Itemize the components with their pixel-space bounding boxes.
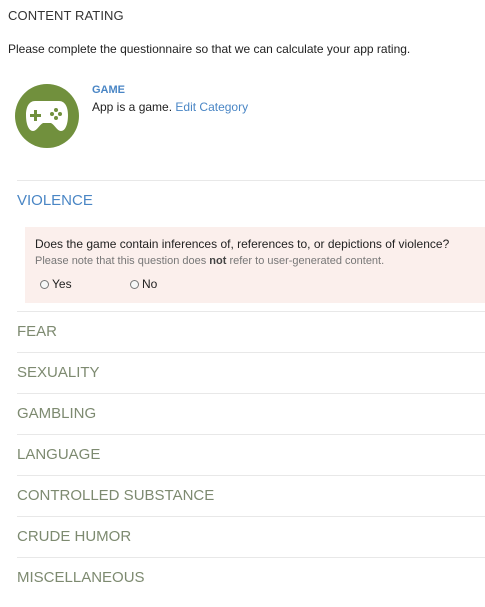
section-gambling[interactable]: GAMBLING: [17, 393, 485, 434]
section-violence: VIOLENCE Does the game contain inference…: [17, 180, 485, 311]
no-radio[interactable]: [130, 279, 139, 289]
section-sexuality-label[interactable]: SEXUALITY: [17, 364, 485, 381]
category-description-text: App is a game.: [92, 100, 173, 114]
no-label: No: [142, 277, 158, 291]
section-fear-label[interactable]: FEAR: [17, 323, 485, 340]
category-text: GAME App is a game. Edit Category: [92, 84, 248, 114]
violence-options: Yes No: [35, 277, 475, 293]
violence-question-box: Does the game contain inferences of, ref…: [25, 227, 485, 303]
edit-category-link[interactable]: Edit Category: [175, 100, 248, 114]
gamepad-icon: [15, 84, 79, 148]
section-language-label[interactable]: LANGUAGE: [17, 446, 485, 463]
page-title: CONTENT RATING: [8, 8, 124, 23]
section-miscellaneous[interactable]: MISCELLANEOUS: [17, 557, 485, 598]
violence-yes-option[interactable]: Yes: [40, 277, 72, 291]
section-crude-humor[interactable]: CRUDE HUMOR: [17, 516, 485, 557]
intro-text: Please complete the questionnaire so tha…: [8, 42, 411, 56]
yes-radio[interactable]: [40, 279, 49, 289]
violence-note-emphasis: not: [209, 255, 227, 267]
violence-note: Please note that this question does not …: [35, 255, 475, 267]
violence-note-suffix: refer to user-generated content.: [226, 255, 385, 267]
yes-label: Yes: [52, 277, 72, 291]
section-controlled-substance[interactable]: CONTROLLED SUBSTANCE: [17, 475, 485, 516]
section-miscellaneous-label[interactable]: MISCELLANEOUS: [17, 569, 485, 586]
section-fear[interactable]: FEAR: [17, 311, 485, 352]
questionnaire-sections: VIOLENCE Does the game contain inference…: [17, 180, 485, 598]
section-controlled-substance-label[interactable]: CONTROLLED SUBSTANCE: [17, 487, 485, 504]
category-description: App is a game. Edit Category: [92, 100, 248, 114]
section-sexuality[interactable]: SEXUALITY: [17, 352, 485, 393]
violence-no-option[interactable]: No: [130, 277, 157, 291]
section-violence-label[interactable]: VIOLENCE: [17, 192, 485, 209]
violence-question: Does the game contain inferences of, ref…: [35, 237, 450, 251]
violence-note-prefix: Please note that this question does: [35, 255, 210, 267]
section-language[interactable]: LANGUAGE: [17, 434, 485, 475]
section-gambling-label[interactable]: GAMBLING: [17, 405, 485, 422]
section-crude-humor-label[interactable]: CRUDE HUMOR: [17, 528, 485, 545]
category-name: GAME: [92, 84, 125, 96]
